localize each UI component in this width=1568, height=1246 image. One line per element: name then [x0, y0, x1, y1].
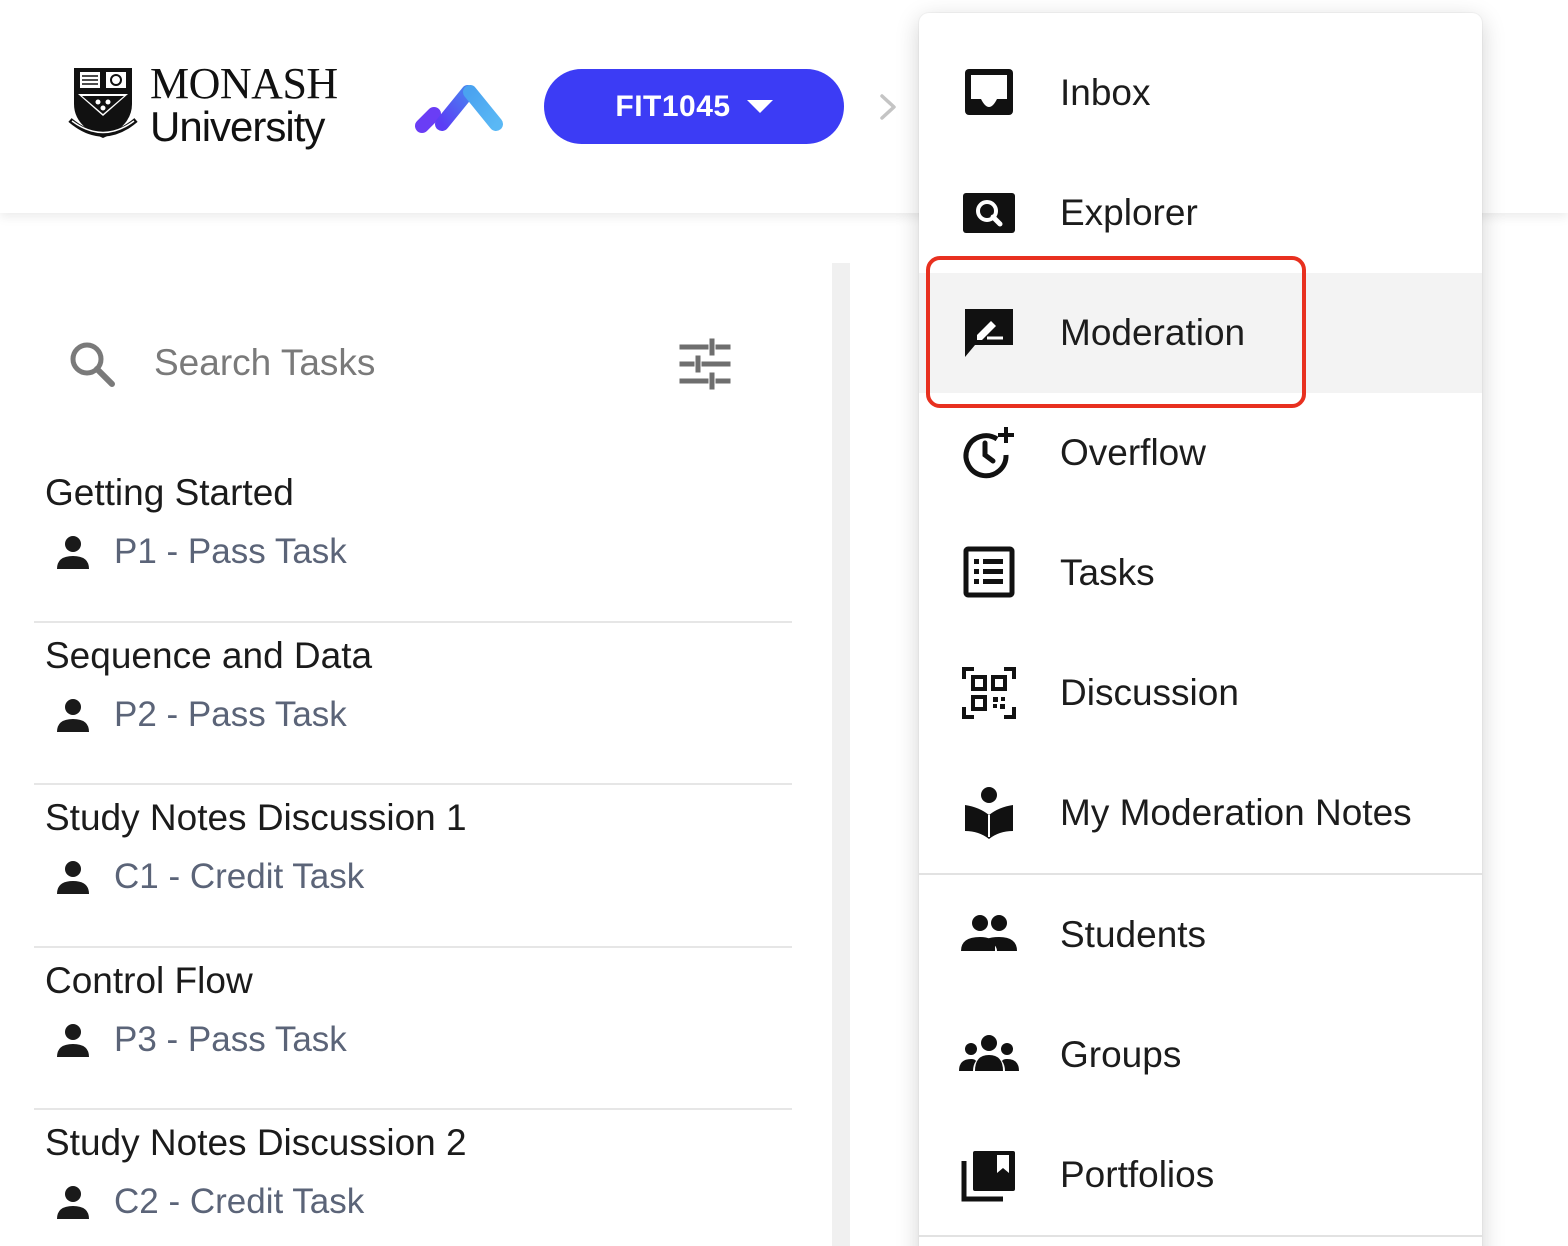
task-title: Sequence and Data	[45, 634, 373, 676]
people-icon	[961, 915, 1017, 951]
doubtfire-logo-icon[interactable]	[410, 78, 508, 138]
task-list-item[interactable]: Control Flow P3 - Pass Task	[34, 948, 792, 1110]
menu-item-students[interactable]: Students	[919, 875, 1482, 995]
search-tasks-input[interactable]	[154, 334, 654, 392]
unit-selector-button[interactable]: FIT1045	[544, 69, 844, 144]
monash-logo[interactable]: MONASH University	[150, 62, 338, 148]
person-icon	[57, 1186, 89, 1219]
menu-item-label: Tasks	[1060, 552, 1155, 593]
task-title: Control Flow	[45, 959, 253, 1001]
task-grade: P2 - Pass Task	[114, 694, 347, 734]
menu-item-discussion[interactable]: Discussion	[919, 633, 1482, 753]
caret-down-icon	[746, 100, 773, 113]
task-list-item[interactable]: Study Notes Discussion 1 C1 - Credit Task	[34, 785, 792, 948]
task-list-item[interactable]: Getting Started P1 - Pass Task	[34, 460, 792, 623]
task-grade-row: P3 - Pass Task	[54, 1020, 347, 1060]
chevron-right-icon	[880, 94, 896, 120]
tune-filter-icon[interactable]	[678, 338, 732, 390]
menu-item-inbox[interactable]: Inbox	[919, 33, 1482, 153]
task-grade: P3 - Pass Task	[114, 1019, 347, 1059]
monash-crest-icon[interactable]	[68, 64, 138, 142]
navigation-menu: Inbox Explorer Moderation Overflow Tasks…	[919, 13, 1482, 1246]
menu-item-tasks[interactable]: Tasks	[919, 513, 1482, 633]
unit-code-label: FIT1045	[615, 89, 731, 123]
task-grade-row: P1 - Pass Task	[54, 532, 347, 572]
person-icon	[57, 698, 89, 732]
person-icon	[57, 861, 89, 894]
menu-item-label: My Moderation Notes	[1060, 792, 1412, 833]
menu-item-moderation[interactable]: Moderation	[919, 273, 1482, 393]
task-grade-row: C2 - Credit Task	[54, 1182, 364, 1222]
task-title: Study Notes Discussion 1	[45, 797, 467, 838]
task-grade: C1 - Credit Task	[114, 857, 365, 896]
menu-item-overflow[interactable]: Overflow	[919, 393, 1482, 513]
collections-bookmark-icon	[961, 1151, 1015, 1202]
task-title: Study Notes Discussion 2	[45, 1122, 467, 1163]
menu-item-label: Discussion	[1060, 672, 1239, 713]
menu-item-explorer[interactable]: Explorer	[919, 153, 1482, 273]
menu-divider	[919, 1235, 1482, 1237]
menu-item-label: Groups	[1060, 1034, 1182, 1075]
person-icon	[57, 1023, 89, 1057]
menu-item-portfolios[interactable]: Portfolios	[919, 1115, 1482, 1235]
menu-item-label: Moderation	[1060, 312, 1246, 353]
task-title: Getting Started	[45, 472, 294, 513]
task-grade: C2 - Credit Task	[114, 1182, 365, 1221]
groups-icon	[959, 1035, 1019, 1071]
menu-item-label: Portfolios	[1060, 1154, 1215, 1195]
menu-item-label: Students	[1060, 914, 1207, 955]
task-grade: P1 - Pass Task	[114, 532, 347, 571]
menu-item-groups[interactable]: Groups	[919, 995, 1482, 1115]
qr-code-scanner-icon	[962, 667, 1016, 719]
list-alt-icon	[963, 546, 1015, 598]
logo-line-2: University	[150, 103, 325, 150]
task-search-bar	[66, 334, 746, 394]
menu-item-my-moderation-notes[interactable]: My Moderation Notes	[919, 753, 1482, 873]
menu-item-label: Overflow	[1060, 432, 1206, 473]
local-library-icon	[965, 787, 1013, 839]
task-list: Getting Started P1 - Pass Task Sequence an…	[34, 460, 792, 1246]
image-search-icon	[963, 193, 1015, 233]
task-grade-row: C1 - Credit Task	[54, 857, 364, 897]
task-grade-row: P2 - Pass Task	[54, 695, 347, 735]
page: MONASH University FIT1045 Search Tasks G…	[0, 0, 1568, 1246]
menu-item-label: Inbox	[1060, 72, 1151, 113]
task-list-item[interactable]: Sequence and Data P2 - Pass Task	[34, 623, 792, 785]
logo-line-1: MONASH	[150, 59, 338, 108]
panel-scrollbar-track[interactable]	[832, 263, 850, 1246]
search-icon	[70, 342, 115, 387]
inbox-icon	[965, 69, 1013, 115]
menu-item-label: Explorer	[1060, 192, 1198, 233]
task-list-item[interactable]: Study Notes Discussion 2 C2 - Credit Task	[34, 1110, 792, 1246]
more-time-icon	[963, 427, 1014, 479]
person-icon	[57, 536, 89, 569]
rate-review-icon	[965, 309, 1013, 357]
